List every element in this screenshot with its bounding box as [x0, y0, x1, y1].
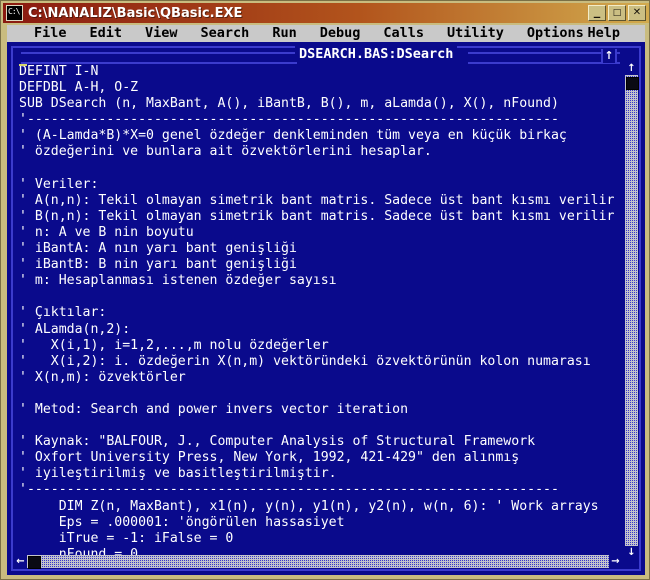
code-line: DIM Z(n, MaxBant), x1(n), y(n), y1(n), y…: [19, 498, 599, 514]
menu-bar: File Edit View Search Run Debug Calls Ut…: [7, 25, 645, 42]
code-line: '---------------------------------------…: [19, 112, 559, 128]
code-line: ' iBantB: B nin yarı bant genişliği: [19, 257, 297, 273]
code-line: ' iBantA: A nın yarı bant genişliği: [19, 241, 297, 257]
menu-item-options[interactable]: Options: [522, 25, 589, 42]
menu-item-debug[interactable]: Debug: [315, 25, 366, 42]
window-controls: _ □ ✕: [588, 5, 646, 21]
console-icon: C:\: [6, 5, 23, 21]
editor-titlebar-rule-left: [21, 52, 297, 64]
vertical-scroll-track[interactable]: [625, 75, 638, 546]
code-line: ' X(n,m): özvektörler: [19, 369, 186, 385]
code-line: ' Veriler:: [19, 176, 99, 192]
vertical-scrollbar[interactable]: ↑ ↓: [625, 62, 639, 559]
code-text-area[interactable]: DEFINT I-N DEFDBL A-H, O-Z SUB DSearch (n,…: [19, 64, 623, 559]
code-line: ' Oxfort University Press, New York, 199…: [19, 450, 520, 466]
horizontal-scroll-track[interactable]: [27, 555, 609, 568]
code-line: DEFDBL A-H, O-Z: [19, 80, 139, 96]
code-line: ' B(n,n): Tekil olmayan simetrik bant ma…: [19, 208, 615, 224]
code-line: ' Çıktılar:: [19, 305, 107, 321]
code-line: SUB DSearch (n, MaxBant, A(), iBantB, B(…: [19, 96, 559, 112]
code-line: ' iyileştirilmiş ve basitleştirilmiştir.: [19, 466, 337, 482]
menu-item-view[interactable]: View: [140, 25, 183, 42]
editor-maximize-gadget[interactable]: ↑: [601, 49, 617, 63]
editor-window: DSEARCH.BAS:DSearch ↑ DEFINT I-N DEFDBL A…: [7, 42, 645, 575]
code-line: DEFINT I-N: [19, 64, 99, 79]
code-line: ' ALamda(n,2):: [19, 321, 131, 337]
vertical-scroll-thumb[interactable]: [626, 77, 639, 90]
minimize-button[interactable]: _: [588, 5, 606, 21]
menu-item-utility[interactable]: Utility: [442, 25, 509, 42]
close-button[interactable]: ✕: [628, 5, 646, 21]
text-cursor: [19, 64, 27, 66]
code-line: ' n: A ve B nin boyutu: [19, 224, 194, 240]
application-window: C:\ C:\NANALIZ\Basic\QBasic.EXE _ □ ✕ Fi…: [0, 0, 650, 580]
code-line: ' X(i,2): i. özdeğerin X(n,m) vektöründe…: [19, 353, 591, 369]
code-line: ' A(n,n): Tekil olmayan simetrik bant ma…: [19, 192, 615, 208]
code-line: ' m: Hesaplanması istenen özdeğer sayısı: [19, 273, 337, 289]
code-line: iTrue = -1: iFalse = 0: [19, 530, 234, 546]
code-line: ' Metod: Search and power invers vector …: [19, 401, 409, 417]
code-line: '---------------------------------------…: [19, 482, 559, 498]
dos-console-area: File Edit View Search Run Debug Calls Ut…: [7, 25, 645, 575]
code-line: ' (A-Lamda*B)*X=0 genel özdeğer denklemi…: [19, 128, 567, 144]
menu-bar-items: File Edit View Search Run Debug Calls Ut…: [29, 25, 602, 42]
console-icon-glyph: C:\: [8, 7, 20, 16]
close-icon: ✕: [632, 7, 642, 18]
menu-item-run[interactable]: Run: [267, 25, 301, 42]
editor-titlebar-rule-right: [468, 52, 620, 64]
minimize-icon: _: [593, 4, 601, 19]
window-title: C:\NANALIZ\Basic\QBasic.EXE: [28, 5, 243, 21]
menu-item-edit[interactable]: Edit: [85, 25, 128, 42]
editor-title: DSEARCH.BAS:DSearch: [295, 46, 458, 62]
code-line: ' X(i,1), i=1,2,...,m nolu özdeğerler: [19, 337, 329, 353]
menu-item-file[interactable]: File: [29, 25, 72, 42]
menu-item-help[interactable]: Help: [582, 25, 625, 42]
code-line: ' Kaynak: "BALFOUR, J., Computer Analysi…: [19, 434, 536, 450]
menu-item-calls[interactable]: Calls: [378, 25, 429, 42]
code-line: Eps = .000001: 'öngörülen hassasiyet: [19, 514, 345, 530]
scroll-left-arrow-icon[interactable]: ←: [14, 555, 27, 568]
maximize-icon: □: [612, 8, 622, 18]
horizontal-scroll-thumb[interactable]: [28, 556, 41, 569]
window-titlebar: C:\ C:\NANALIZ\Basic\QBasic.EXE _ □ ✕: [3, 3, 649, 23]
editor-frame: DSEARCH.BAS:DSearch ↑ DEFINT I-N DEFDBL A…: [11, 46, 641, 571]
maximize-button[interactable]: □: [608, 5, 626, 21]
scroll-down-arrow-icon[interactable]: ↓: [625, 546, 638, 559]
horizontal-scrollbar[interactable]: ← →: [14, 555, 622, 569]
code-line: ' özdeğerini ve bunlara ait özvektörleri…: [19, 144, 432, 160]
scroll-up-arrow-icon[interactable]: ↑: [625, 62, 638, 75]
scroll-right-arrow-icon[interactable]: →: [609, 555, 622, 568]
menu-item-search[interactable]: Search: [196, 25, 255, 42]
